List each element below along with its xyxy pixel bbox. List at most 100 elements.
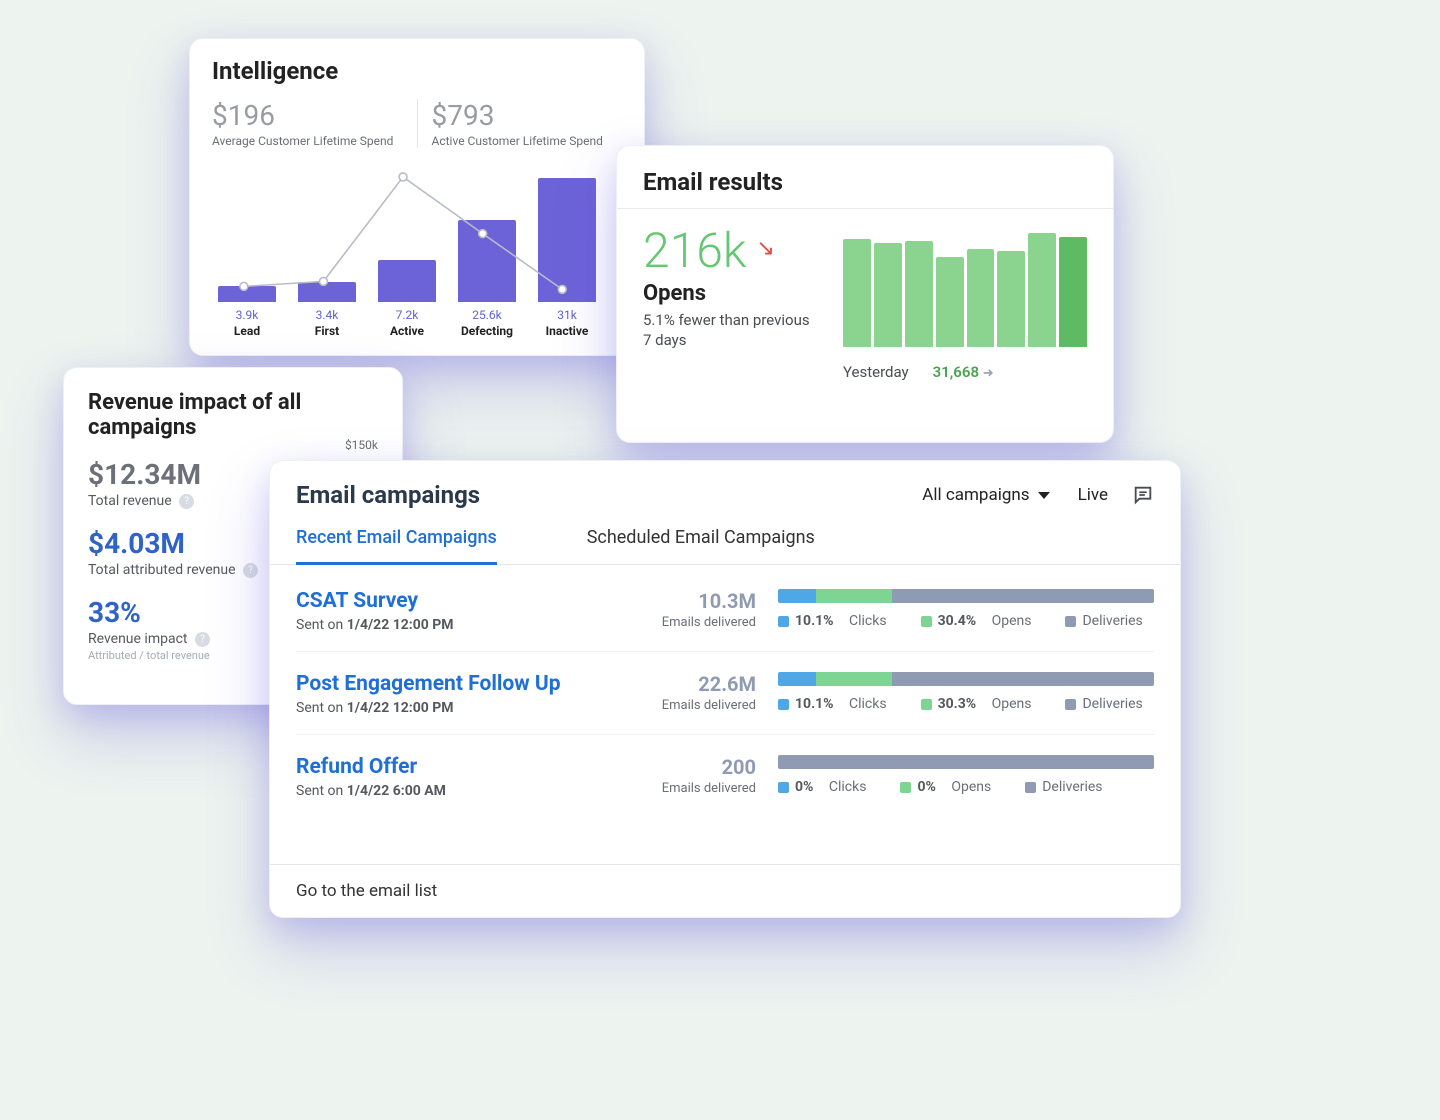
campaign-title-link[interactable]: Post Engagement Follow Up <box>296 672 626 696</box>
intelligence-chart <box>212 160 622 302</box>
email-campaigns-card: Email campaings All campaigns Live Recen… <box>269 460 1181 918</box>
tab-recent[interactable]: Recent Email Campaigns <box>296 527 497 565</box>
tab-scheduled[interactable]: Scheduled Email Campaigns <box>587 527 815 564</box>
spark-bar <box>905 241 933 347</box>
campaigns-title: Email campaings <box>296 481 480 509</box>
campaign-row: CSAT Survey Sent on 1/4/22 12:00 PM 10.3… <box>296 569 1154 651</box>
swatch-opens-icon <box>900 782 911 793</box>
help-icon[interactable]: ? <box>195 632 210 647</box>
swatch-clicks-icon <box>778 616 789 627</box>
email-results-card: Email results 216k ↘ Opens 5.1% fewer th… <box>616 145 1114 443</box>
spark-bar <box>967 249 995 347</box>
delivered-count: 200 <box>626 755 756 779</box>
spark-bar <box>843 239 871 347</box>
col-inactive: 31k Inactive <box>538 308 596 338</box>
campaign-bar <box>778 755 1154 769</box>
col-count: 25.6k <box>458 308 516 322</box>
seg-deliveries <box>892 589 1154 603</box>
swatch-opens-icon <box>921 699 932 710</box>
swatch-deliveries-icon <box>1065 616 1076 627</box>
seg-clicks <box>778 589 816 603</box>
email-results-chart: Yesterday 31,668 ➜ <box>843 227 1087 381</box>
stat-value: $196 <box>212 99 403 132</box>
campaign-bar <box>778 672 1154 686</box>
stat-label: Average Customer Lifetime Spend <box>212 134 403 148</box>
live-label: Live <box>1078 485 1108 505</box>
stat-avg-lifetime: $196 Average Customer Lifetime Spend <box>212 99 403 148</box>
filter-label: All campaigns <box>922 485 1029 505</box>
chevron-down-icon <box>1038 492 1050 499</box>
intelligence-labels: 3.9k Lead 3.4k First 7.2k Active 25.6k D… <box>212 302 622 338</box>
col-count: 31k <box>538 308 596 322</box>
delivered-label: Emails delivered <box>626 615 756 630</box>
intelligence-stats: $196 Average Customer Lifetime Spend $79… <box>212 99 622 148</box>
change-text: 5.1% fewer than previous 7 days <box>643 310 813 351</box>
col-count: 7.2k <box>378 308 436 322</box>
intelligence-card: Intelligence $196 Average Customer Lifet… <box>189 38 645 356</box>
seg-clicks <box>778 672 816 686</box>
seg-deliveries <box>892 672 1154 686</box>
spark-bar <box>997 251 1025 347</box>
axis-tick: $150k <box>345 438 378 452</box>
delivered-count: 22.6M <box>626 672 756 696</box>
swatch-clicks-icon <box>778 782 789 793</box>
campaign-row: Refund Offer Sent on 1/4/22 6:00 AM 200 … <box>296 734 1154 817</box>
divider <box>417 99 418 148</box>
seg-opens <box>816 589 892 603</box>
intelligence-line <box>212 160 622 301</box>
spark-bar-last <box>1059 237 1087 347</box>
arrow-right-icon: ➜ <box>983 366 994 381</box>
footer-label: Yesterday <box>843 363 909 381</box>
email-results-summary: 216k ↘ Opens 5.1% fewer than previous 7 … <box>643 227 813 351</box>
footer-value: 31,668 <box>933 363 979 381</box>
col-name: Defecting <box>458 324 516 338</box>
col-name: Inactive <box>538 324 596 338</box>
swatch-opens-icon <box>921 616 932 627</box>
revenue-title: Revenue impact of all campaigns <box>88 390 378 440</box>
campaigns-header: Email campaings All campaigns Live <box>270 461 1180 509</box>
campaigns-tabs: Recent Email Campaigns Scheduled Email C… <box>270 509 1180 565</box>
delivered-count: 10.3M <box>626 589 756 613</box>
email-results-title: Email results <box>643 168 1087 196</box>
stat-value: $793 <box>432 99 623 132</box>
campaigns-filter-dropdown[interactable]: All campaigns <box>922 485 1049 505</box>
trend-down-icon: ↘ <box>756 236 774 261</box>
intelligence-title: Intelligence <box>212 57 622 85</box>
col-name: Active <box>378 324 436 338</box>
swatch-clicks-icon <box>778 699 789 710</box>
seg-opens <box>816 672 892 686</box>
col-active: 7.2k Active <box>378 308 436 338</box>
campaign-sent: Sent on 1/4/22 12:00 PM <box>296 700 626 716</box>
campaign-title-link[interactable]: CSAT Survey <box>296 589 626 613</box>
delivered-label: Emails delivered <box>626 698 756 713</box>
email-results-footer: Yesterday 31,668 ➜ <box>843 363 1087 381</box>
col-name: Lead <box>218 324 276 338</box>
go-to-email-list-link[interactable]: Go to the email list <box>270 864 1180 917</box>
comment-icon[interactable] <box>1132 484 1154 506</box>
delivered-label: Emails delivered <box>626 781 756 796</box>
campaign-sent: Sent on 1/4/22 12:00 PM <box>296 617 626 633</box>
col-name: First <box>298 324 356 338</box>
campaign-sent: Sent on 1/4/22 6:00 AM <box>296 783 626 799</box>
campaign-legend: 10.1% Clicks 30.3% Opens Deliveries <box>778 696 1154 712</box>
stat-label: Active Customer Lifetime Spend <box>432 134 623 148</box>
campaign-title-link[interactable]: Refund Offer <box>296 755 626 779</box>
col-defecting: 25.6k Defecting <box>458 308 516 338</box>
col-count: 3.9k <box>218 308 276 322</box>
campaigns-rows: CSAT Survey Sent on 1/4/22 12:00 PM 10.3… <box>270 565 1180 817</box>
spark-bar <box>874 243 902 347</box>
campaign-legend: 0% Clicks 0% Opens Deliveries <box>778 779 1154 795</box>
col-count: 3.4k <box>298 308 356 322</box>
col-first: 3.4k First <box>298 308 356 338</box>
help-icon[interactable]: ? <box>243 563 258 578</box>
swatch-deliveries-icon <box>1025 782 1036 793</box>
campaign-bar <box>778 589 1154 603</box>
swatch-deliveries-icon <box>1065 699 1076 710</box>
seg-deliveries <box>778 755 1154 769</box>
sparkbars <box>843 227 1087 347</box>
help-icon[interactable]: ? <box>179 494 194 509</box>
spark-bar <box>936 257 964 347</box>
campaign-legend: 10.1% Clicks 30.4% Opens Deliveries <box>778 613 1154 629</box>
spark-bar <box>1028 233 1056 347</box>
stat-active-lifetime: $793 Active Customer Lifetime Spend <box>432 99 623 148</box>
